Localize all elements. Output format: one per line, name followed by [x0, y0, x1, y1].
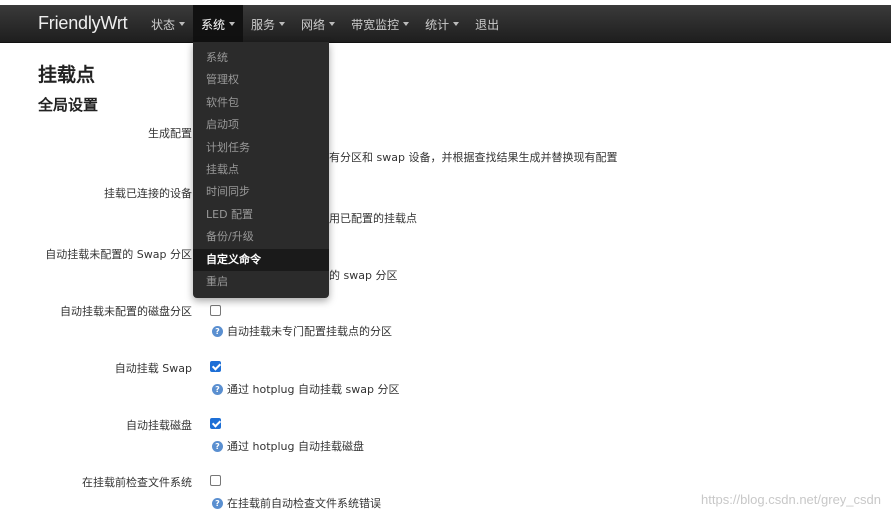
menu-item-scheduled-tasks[interactable]: 计划任务	[193, 137, 329, 159]
fsck-checkbox[interactable]	[210, 475, 221, 486]
menu-item-time-sync[interactable]: 时间同步	[193, 181, 329, 203]
chevron-down-icon	[329, 22, 336, 26]
nav-statistics[interactable]: 统计	[417, 5, 467, 43]
fsck-label: 在挂载前检查文件系统	[82, 476, 192, 489]
auto-mount-help: ? 通过 hotplug 自动挂载磁盘	[212, 438, 364, 454]
chevron-down-icon	[229, 22, 236, 26]
generate-config-desc: 有分区和 swap 设备，并根据查找结果生成并替换现有配置	[329, 151, 618, 164]
fsck-help: ? 在挂载前自动检查文件系统错误	[212, 495, 381, 511]
chevron-down-icon	[179, 22, 186, 26]
system-dropdown-menu: 系统 管理权 软件包 启动项 计划任务 挂载点 时间同步 LED 配置 备份/升…	[193, 42, 329, 298]
menu-item-reboot[interactable]: 重启	[193, 271, 329, 293]
auto-swap-unconfigured-label: 自动挂载未配置的 Swap 分区	[45, 248, 192, 261]
nav-services[interactable]: 服务	[243, 5, 293, 43]
auto-mount-unconfigured-checkbox[interactable]	[210, 305, 221, 316]
auto-mount-unconfigured-label: 自动挂载未配置的磁盘分区	[60, 305, 192, 318]
menu-item-led-config[interactable]: LED 配置	[193, 204, 329, 226]
menu-item-startup[interactable]: 启动项	[193, 114, 329, 136]
nav-logout[interactable]: 退出	[467, 5, 507, 43]
page-title: 挂载点	[38, 64, 96, 86]
section-title: 全局设置	[38, 96, 99, 114]
menu-item-administration[interactable]: 管理权	[193, 69, 329, 91]
menu-item-backup-flash[interactable]: 备份/升级	[193, 226, 329, 248]
menu-item-software[interactable]: 软件包	[193, 92, 329, 114]
auto-swap-unconfigured-desc: 的 swap 分区	[329, 269, 398, 282]
mount-connected-label: 挂载已连接的设备	[104, 187, 192, 200]
nav-status[interactable]: 状态	[143, 5, 193, 43]
menu-item-custom-commands[interactable]: 自定义命令	[193, 248, 329, 271]
menu-item-mount-points[interactable]: 挂载点	[193, 159, 329, 181]
help-icon: ?	[212, 497, 223, 509]
mount-connected-desc: 用已配置的挂载点	[329, 212, 417, 225]
auto-mount-unconfigured-help: ? 自动挂载未专门配置挂载点的分区	[212, 323, 392, 339]
chevron-down-icon	[453, 22, 460, 26]
chevron-down-icon	[279, 22, 286, 26]
brand-logo[interactable]: FriendlyWrt	[38, 13, 128, 34]
auto-mount-label: 自动挂载磁盘	[126, 419, 192, 432]
watermark: https://blog.csdn.net/grey_csdn	[701, 492, 881, 507]
help-icon: ?	[212, 383, 223, 395]
chevron-down-icon	[403, 22, 410, 26]
nav-system[interactable]: 系统	[193, 5, 244, 43]
nav-network[interactable]: 网络	[293, 5, 343, 43]
nav-bandwidth[interactable]: 带宽监控	[343, 5, 417, 43]
help-icon: ?	[212, 325, 223, 337]
auto-swap-label: 自动挂载 Swap	[114, 362, 192, 375]
menu-item-system[interactable]: 系统	[193, 47, 329, 69]
auto-mount-checkbox[interactable]	[210, 418, 221, 429]
auto-swap-checkbox[interactable]	[210, 361, 221, 372]
navbar: FriendlyWrt 状态 系统 服务 网络 带宽监控 统计 退出	[0, 5, 891, 43]
help-icon: ?	[212, 440, 223, 452]
main-nav: 状态 系统 服务 网络 带宽监控 统计 退出	[143, 5, 507, 43]
generate-config-label: 生成配置	[148, 127, 192, 140]
auto-swap-help: ? 通过 hotplug 自动挂载 swap 分区	[212, 381, 399, 397]
